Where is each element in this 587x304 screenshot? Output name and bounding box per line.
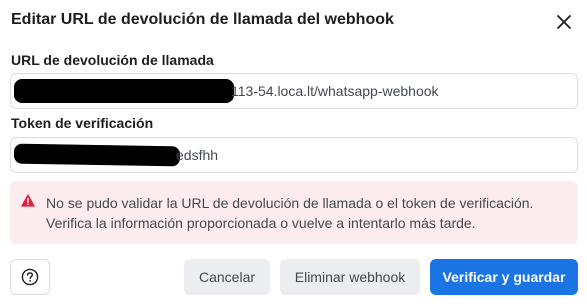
error-message: No se pudo validar la URL de devolución … <box>46 195 534 231</box>
delete-webhook-button[interactable]: Eliminar webhook <box>280 259 420 295</box>
verify-token-label: Token de verificación <box>11 115 154 131</box>
verify-and-save-button[interactable]: Verificar y guardar <box>430 259 578 295</box>
callback-url-input[interactable]: 113-54.loca.lt/whatsapp-webhook <box>10 73 578 109</box>
redaction-mark <box>14 79 234 103</box>
callback-url-label: URL de devolución de llamada <box>11 52 214 68</box>
cancel-button[interactable]: Cancelar <box>184 259 270 295</box>
dialog-title: Editar URL de devolución de llamada del … <box>11 11 394 28</box>
verify-token-value: edsfhh <box>176 147 219 163</box>
callback-url-value: 113-54.loca.lt/whatsapp-webhook <box>231 83 439 99</box>
redaction-mark <box>13 143 181 167</box>
close-button[interactable] <box>553 11 575 33</box>
help-icon[interactable] <box>21 268 39 286</box>
close-icon[interactable] <box>557 15 571 29</box>
help-button[interactable] <box>10 259 50 295</box>
error-banner: No se pudo validar la URL de devolución … <box>10 181 578 244</box>
warning-icon <box>21 194 35 207</box>
verify-token-input[interactable]: edsfhh <box>10 137 578 173</box>
